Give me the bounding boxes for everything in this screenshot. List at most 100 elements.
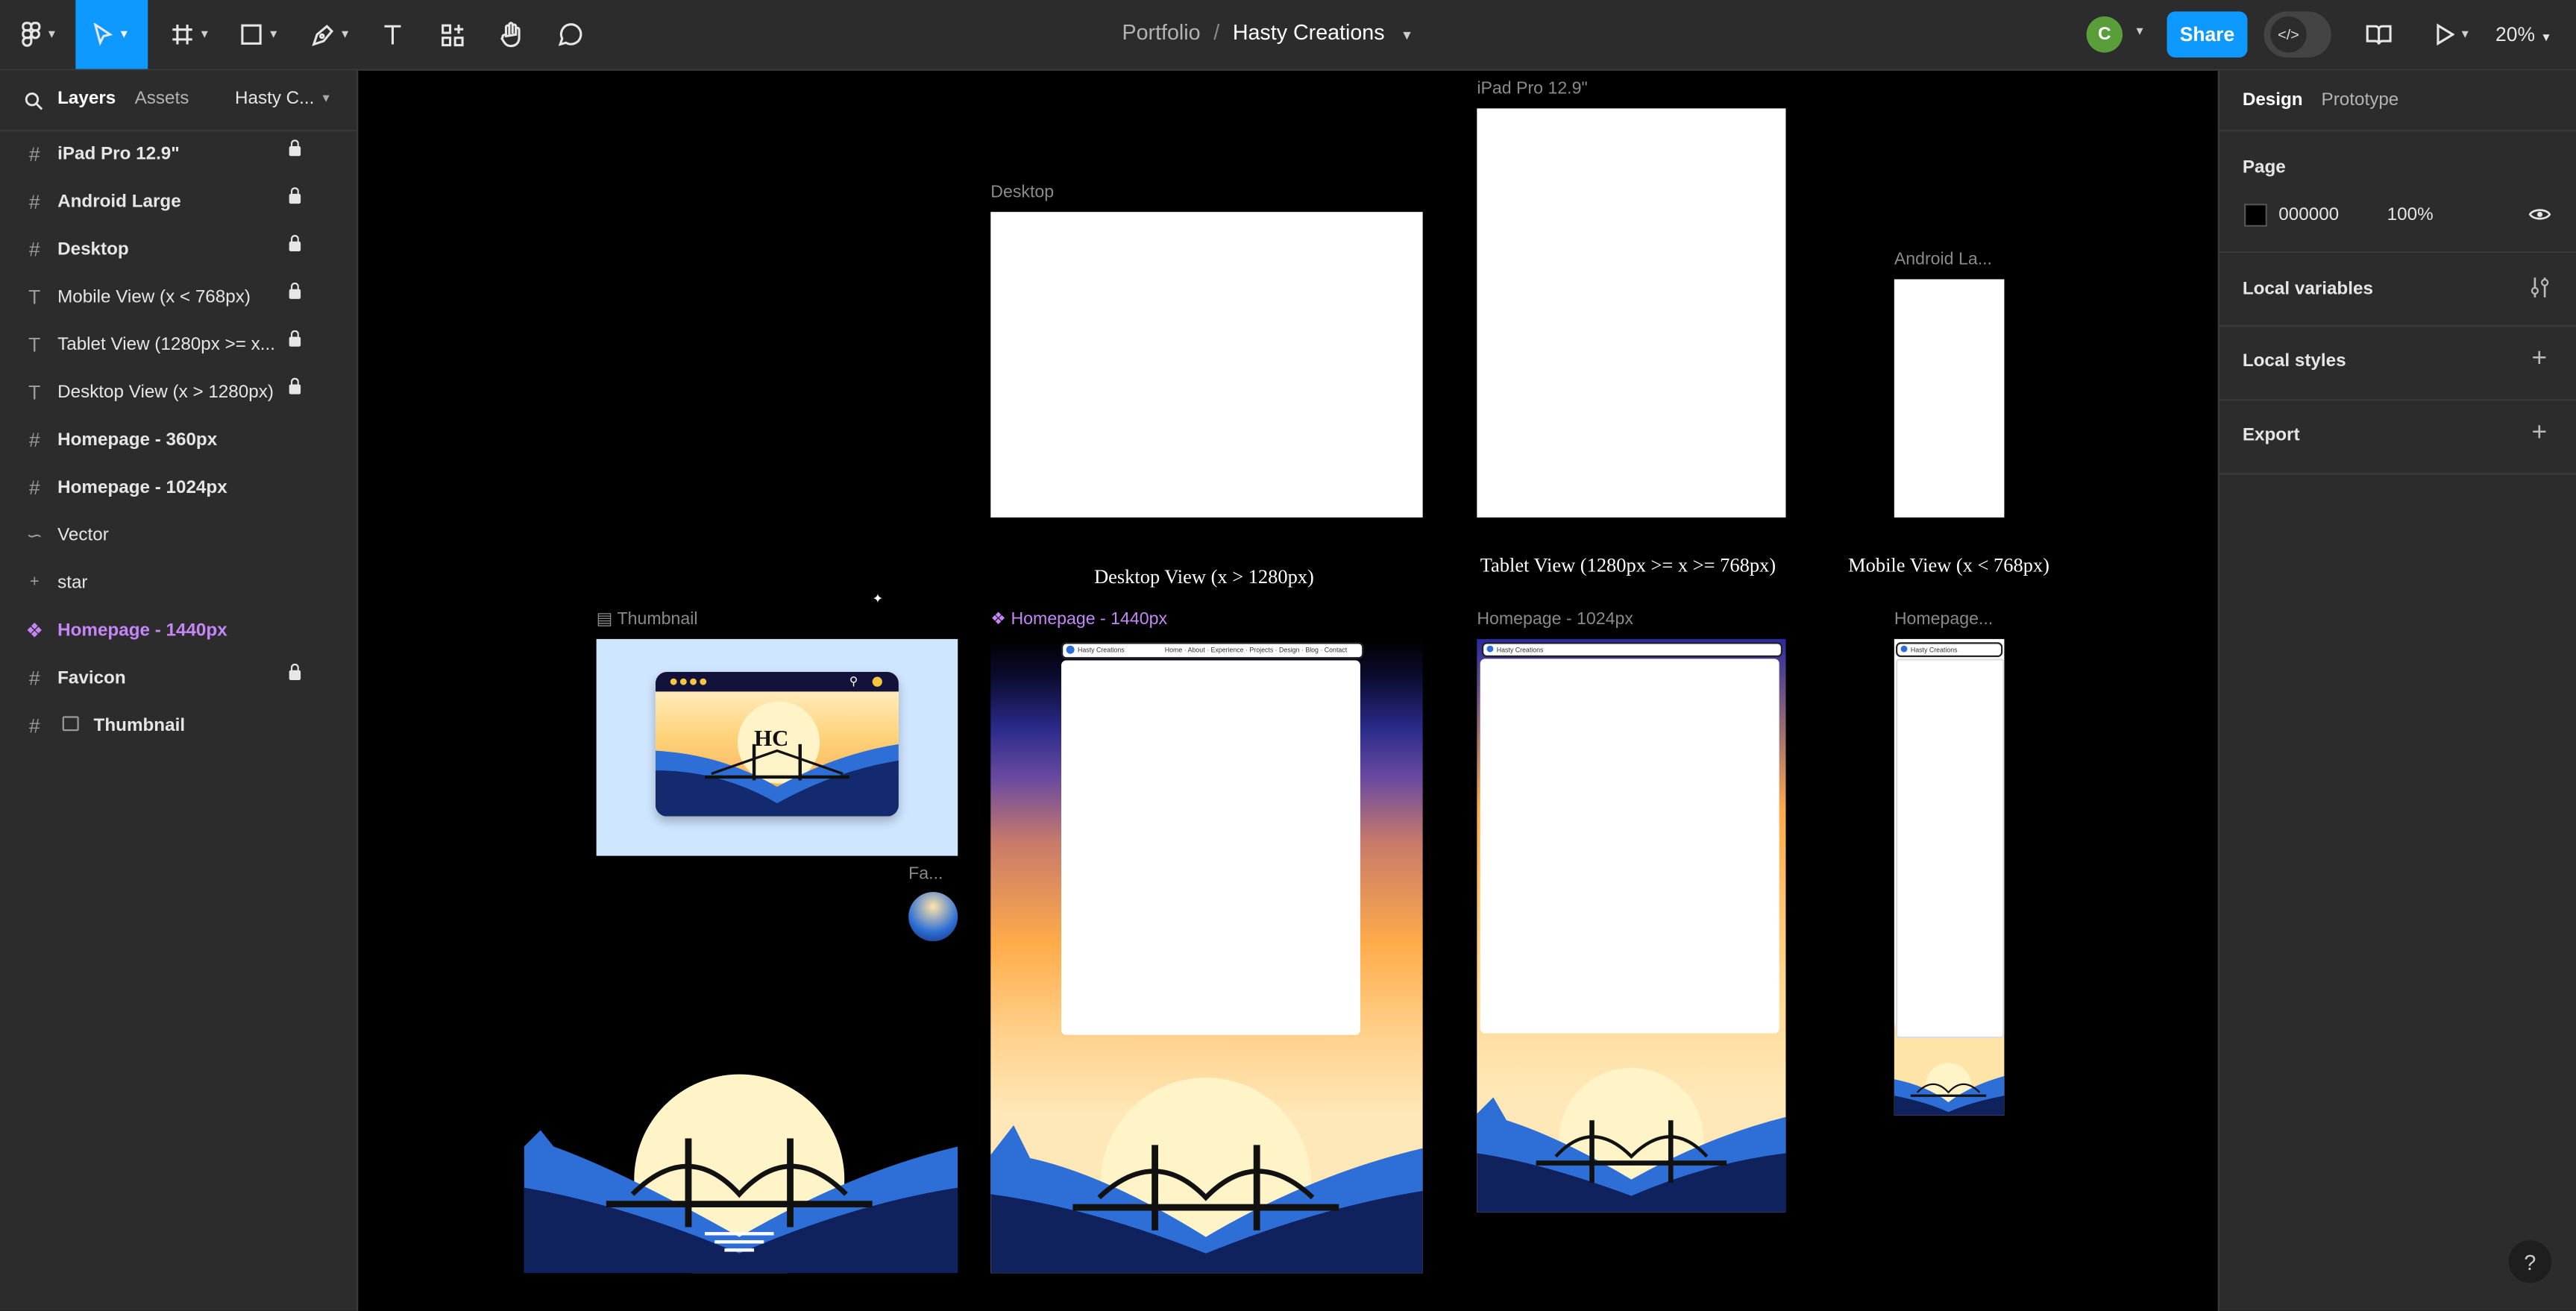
main-menu-button[interactable]: ▼ bbox=[13, 0, 66, 69]
frame-tool-button[interactable]: ▼ bbox=[164, 0, 216, 69]
frame-tool-icon bbox=[172, 25, 192, 45]
canvas[interactable]: Desktop iPad Pro 12.9" Android La... Des… bbox=[358, 71, 2216, 1311]
search-icon[interactable] bbox=[25, 92, 43, 110]
resources-icon bbox=[441, 23, 463, 46]
lock-icon[interactable] bbox=[289, 663, 301, 680]
layer-item[interactable]: ❖ Homepage - 1440px bbox=[0, 608, 356, 656]
homepage-1024-frame[interactable]: Hasty Creations bbox=[1477, 638, 1786, 1213]
chevron-down-icon: ▼ bbox=[2459, 28, 2471, 40]
frame-label[interactable]: Homepage - 1024px bbox=[1477, 609, 1633, 629]
content-card bbox=[1061, 660, 1360, 1035]
layer-item[interactable]: ∽ Vector bbox=[0, 512, 356, 560]
color-swatch[interactable] bbox=[2244, 204, 2267, 227]
frame-label[interactable]: iPad Pro 12.9" bbox=[1477, 79, 1587, 98]
star-icon: + bbox=[29, 573, 40, 592]
layer-item[interactable]: # Homepage - 360px bbox=[0, 418, 356, 465]
help-button[interactable]: ? bbox=[2508, 1240, 2551, 1283]
bridge-illustration bbox=[1894, 1063, 2005, 1116]
pen-tool-button[interactable]: ▼ bbox=[304, 0, 356, 69]
navbar: Hasty Creations Home · About · Experienc… bbox=[1061, 642, 1364, 659]
frame-label[interactable]: Fa... bbox=[908, 864, 943, 884]
avatar[interactable]: C bbox=[2086, 16, 2123, 53]
resources-button[interactable] bbox=[434, 0, 470, 69]
lock-icon[interactable] bbox=[289, 187, 301, 204]
ipad-frame[interactable] bbox=[1477, 108, 1786, 518]
tab-design[interactable]: Design bbox=[2243, 90, 2303, 110]
page-color-input[interactable]: 000000 bbox=[2278, 205, 2339, 224]
lock-icon[interactable] bbox=[289, 377, 301, 394]
favicon-frame[interactable] bbox=[908, 892, 958, 942]
share-button[interactable]: Share bbox=[2167, 11, 2248, 58]
homepage-1440-frame[interactable]: Hasty Creations Home · About · Experienc… bbox=[990, 638, 1423, 1274]
frame-label[interactable]: Homepage... bbox=[1894, 609, 1993, 629]
android-frame[interactable] bbox=[1894, 279, 2005, 518]
plus-icon[interactable]: + bbox=[2532, 345, 2548, 375]
zoom-control[interactable]: 20% ▼ bbox=[2495, 23, 2552, 46]
layer-label: iPad Pro 12.9" bbox=[57, 144, 180, 165]
mobile-view-caption[interactable]: Mobile View (x < 768px) bbox=[1848, 553, 2049, 578]
component-icon: ❖ bbox=[25, 619, 44, 643]
shape-tool-button[interactable]: ▼ bbox=[233, 0, 286, 69]
page-opacity-input[interactable]: 100% bbox=[2387, 205, 2434, 224]
chevron-down-icon[interactable]: ▼ bbox=[2134, 26, 2145, 37]
bridge-illustration[interactable] bbox=[524, 1056, 958, 1274]
move-tool-button[interactable]: ▼ bbox=[75, 0, 148, 69]
chevron-down-icon[interactable]: ▼ bbox=[321, 94, 332, 105]
file-name[interactable]: Hasty Creations bbox=[1233, 19, 1385, 44]
search-icon: ⚲ bbox=[849, 676, 858, 688]
frame-label[interactable]: Android La... bbox=[1894, 250, 1992, 269]
frame-label[interactable]: Desktop bbox=[990, 183, 1054, 202]
chevron-down-icon[interactable]: ▼ bbox=[1401, 28, 1413, 43]
text-tool-button[interactable] bbox=[374, 0, 410, 69]
lock-icon[interactable] bbox=[289, 235, 301, 252]
layer-label: Tablet View (1280px >= x... bbox=[57, 335, 275, 355]
layer-item[interactable]: # Thumbnail bbox=[0, 703, 356, 751]
sliders-icon[interactable] bbox=[2530, 276, 2549, 299]
layer-item[interactable]: T Desktop View (x > 1280px) bbox=[0, 370, 356, 418]
tab-layers[interactable]: Layers bbox=[57, 89, 116, 108]
present-button[interactable]: ▼ bbox=[2428, 0, 2478, 69]
tablet-view-caption[interactable]: Tablet View (1280px >= x >= 768px) bbox=[1480, 553, 1776, 578]
layer-item[interactable]: T Tablet View (1280px >= x... bbox=[0, 322, 356, 370]
text-icon: T bbox=[28, 333, 41, 357]
homepage-360-frame[interactable]: Hasty Creations bbox=[1894, 638, 2005, 1116]
frame-label[interactable]: ❖ Homepage - 1440px bbox=[990, 609, 1167, 629]
page-selector[interactable]: Hasty C... bbox=[235, 89, 314, 108]
layer-item[interactable]: T Mobile View (x < 768px) bbox=[0, 274, 356, 322]
dev-mode-toggle[interactable]: </> bbox=[2264, 11, 2331, 58]
layer-item[interactable]: # Favicon bbox=[0, 656, 356, 703]
frame-label[interactable]: ▤ Thumbnail bbox=[597, 609, 698, 629]
desktop-frame[interactable] bbox=[990, 212, 1423, 518]
comment-icon bbox=[558, 23, 582, 46]
image-icon bbox=[62, 716, 79, 732]
library-button[interactable] bbox=[2363, 0, 2396, 69]
eye-icon[interactable] bbox=[2528, 207, 2551, 222]
layer-label: Desktop View (x > 1280px) bbox=[57, 383, 274, 403]
navbar: Hasty Creations bbox=[1481, 642, 1783, 658]
frame-icon: # bbox=[28, 142, 40, 166]
desktop-view-caption[interactable]: Desktop View (x > 1280px) bbox=[1094, 565, 1314, 590]
plus-icon[interactable]: + bbox=[2532, 419, 2548, 449]
lock-icon[interactable] bbox=[289, 282, 301, 299]
tab-assets[interactable]: Assets bbox=[135, 89, 189, 108]
layer-item[interactable]: # Homepage - 1024px bbox=[0, 465, 356, 512]
chevron-down-icon: ▼ bbox=[268, 28, 280, 40]
frame-icon: # bbox=[28, 190, 40, 214]
breadcrumb-project[interactable]: Portfolio bbox=[1122, 19, 1201, 44]
lock-icon[interactable] bbox=[289, 139, 301, 157]
comment-tool-button[interactable] bbox=[552, 0, 588, 69]
local-variables-section[interactable]: Local variables bbox=[2219, 253, 2576, 327]
layer-item[interactable]: # Desktop bbox=[0, 227, 356, 274]
star-icon[interactable]: ✦ bbox=[873, 591, 884, 606]
tab-prototype[interactable]: Prototype bbox=[2322, 90, 2399, 110]
breadcrumb: Portfolio / Hasty Creations ▼ bbox=[1122, 19, 1414, 44]
thumbnail-frame[interactable]: ⚲ HC bbox=[596, 638, 958, 856]
book-icon bbox=[2366, 25, 2392, 45]
hand-tool-button[interactable] bbox=[493, 0, 529, 69]
layer-item[interactable]: + star bbox=[0, 560, 356, 608]
landscape-illustration bbox=[655, 743, 899, 817]
layer-item[interactable]: # Android Large bbox=[0, 179, 356, 227]
lock-icon[interactable] bbox=[289, 330, 301, 347]
layer-label: Favicon bbox=[57, 668, 126, 688]
layer-item[interactable]: # iPad Pro 12.9" bbox=[0, 131, 356, 179]
